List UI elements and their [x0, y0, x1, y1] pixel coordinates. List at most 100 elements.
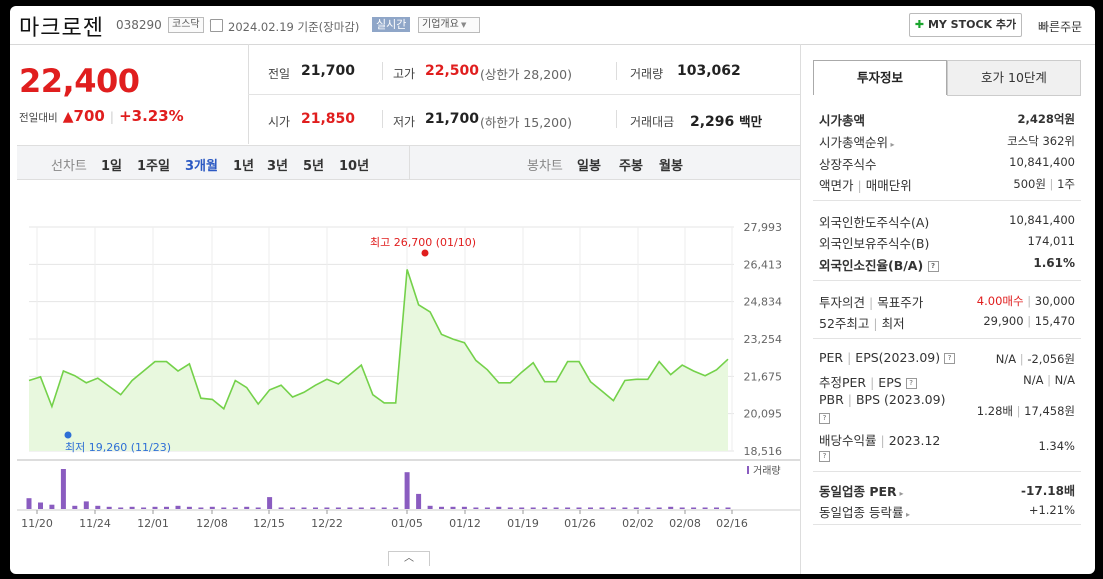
- x-tick-label: 11/20: [21, 517, 53, 530]
- y-tick-label: 27,993: [744, 221, 783, 234]
- x-tick-label: 12/22: [311, 517, 343, 530]
- volume-bar: [244, 506, 250, 509]
- volume-bar: [633, 507, 639, 509]
- volume-bar: [38, 502, 43, 509]
- volume-bar: [347, 507, 353, 509]
- info-icon[interactable]: ?: [944, 353, 956, 364]
- cap-rank-label[interactable]: 시가총액순위 ▸: [819, 132, 895, 151]
- volume-bar: [255, 507, 261, 509]
- period-5y[interactable]: 5년: [303, 155, 324, 174]
- market-cap-value: 2,428억원: [1017, 112, 1075, 126]
- industry-rate-label[interactable]: 동일업종 등락률 ▸: [819, 502, 910, 521]
- y-tick-label: 18,516: [744, 445, 783, 458]
- volume-value: 103,062: [677, 63, 741, 79]
- volume-bar: [542, 507, 548, 509]
- info-tabs: 투자정보 호가 10단계: [813, 60, 1081, 96]
- volume-bar: [232, 507, 238, 509]
- volume-bar: [450, 506, 456, 509]
- tab-invest-info[interactable]: 투자정보: [813, 60, 947, 95]
- info-icon[interactable]: ?: [819, 410, 830, 425]
- volume-bar: [118, 507, 124, 509]
- foreign-ratio-value: 1.61%: [1033, 256, 1075, 270]
- volume-bar: [72, 505, 78, 509]
- volume-bar: [358, 507, 364, 509]
- volume-bar: [588, 507, 593, 509]
- volume-bar: [370, 507, 376, 509]
- volume-bar: [83, 501, 89, 509]
- pbr-bps-value: 1.28배 | 17,458원: [976, 404, 1075, 418]
- y-tick-label: 21,675: [744, 370, 783, 383]
- x-tick-label: 01/26: [564, 517, 596, 530]
- info-icon[interactable]: ?: [819, 448, 830, 463]
- shares-value: 10,841,400: [1009, 155, 1075, 169]
- my-stock-add-button[interactable]: ✚ MY STOCK 추가: [909, 13, 1022, 37]
- volume-bar: [507, 507, 513, 509]
- par-unit-label: 액면가 | 매매단위: [819, 178, 912, 193]
- volume-bar: [599, 507, 605, 509]
- x-tick-label: 02/16: [716, 517, 748, 530]
- volume-bar: [313, 507, 318, 509]
- volume-bar: [49, 504, 55, 509]
- volume-bar: [427, 505, 433, 509]
- open-label: 시가: [268, 115, 291, 129]
- x-tick-label: 02/08: [669, 517, 701, 530]
- quick-order-link[interactable]: 빠른주문: [1038, 18, 1082, 35]
- volume-bar: [553, 507, 559, 509]
- x-tick-label: 01/05: [391, 517, 423, 530]
- volume-bar: [679, 507, 685, 509]
- volume-bar: [610, 507, 616, 509]
- x-tick-label: 01/12: [449, 517, 481, 530]
- volume-bar: [175, 505, 181, 509]
- period-1d[interactable]: 1일: [101, 155, 122, 174]
- est-per-label: 추정PER | EPS ?: [819, 372, 917, 391]
- volume-bar: [129, 506, 135, 509]
- volume-bar: [416, 493, 422, 509]
- chart-collapse-button[interactable]: ︿: [388, 551, 430, 566]
- x-tick-label: 11/24: [79, 517, 111, 530]
- tab-hoga-10[interactable]: 호가 10단계: [947, 60, 1081, 96]
- high-label: 고가: [393, 67, 416, 81]
- volume-bar: [186, 506, 192, 509]
- est-per-value: N/A | N/A: [1023, 373, 1075, 387]
- volume-bar: [221, 507, 227, 509]
- candle-daily[interactable]: 일봉: [577, 155, 601, 174]
- volume-bar: [60, 469, 66, 509]
- period-bar: 선차트 1일 1주일 3개월 1년 3년 5년 10년 봉차트 일봉 주봉 월봉: [17, 145, 800, 180]
- industry-per-label[interactable]: 동일업종 PER ▸: [819, 481, 904, 500]
- market-cap-label: 시가총액: [819, 113, 866, 128]
- candle-weekly[interactable]: 주봉: [619, 155, 643, 174]
- chevron-up-icon: ︿: [404, 553, 414, 564]
- low-value: 21,700: [425, 111, 480, 127]
- period-3y[interactable]: 3년: [267, 155, 288, 174]
- volume-bar: [141, 507, 147, 509]
- period-3m[interactable]: 3개월: [185, 155, 218, 174]
- pbr-bps-label: PBR | BPS (2023.09): [819, 392, 946, 407]
- line-chart-label: 선차트: [51, 159, 87, 174]
- volume-bar: [324, 507, 330, 509]
- info-icon[interactable]: ?: [927, 261, 939, 272]
- candle-monthly[interactable]: 월봉: [659, 155, 683, 174]
- volume-bar: [484, 507, 490, 509]
- realtime-button[interactable]: 실시간: [372, 17, 411, 32]
- period-1w[interactable]: 1주일: [137, 155, 170, 174]
- volume-bar: [656, 507, 662, 509]
- cap-rank-value: 코스닥 362위: [1007, 134, 1075, 148]
- volume-bar: [702, 507, 708, 509]
- info-icon[interactable]: ?: [905, 378, 917, 389]
- up-triangle-icon: ▲: [62, 109, 74, 125]
- volume-bar: [439, 506, 444, 509]
- period-1y[interactable]: 1년: [233, 155, 254, 174]
- company-overview-dropdown[interactable]: 기업개요 ▼: [418, 17, 480, 33]
- foreign-limit-label: 외국인한도주식수(A): [819, 215, 930, 230]
- price-chart: 27,993 26,413 24,834 23,254 21,675 20,095 18,5…: [17, 221, 801, 530]
- volume-bar: [576, 507, 582, 509]
- upper-limit: (상한가 28,200): [480, 67, 572, 82]
- period-10y[interactable]: 10년: [339, 155, 369, 174]
- stock-header: 마크로젠 038290 코스닥 · 2024.02.19 기준(장마감) 실시간…: [10, 6, 1095, 45]
- dividend-value: 1.34%: [1038, 439, 1075, 453]
- stock-name: 마크로젠: [19, 16, 104, 41]
- industry-per-value: -17.18배: [1021, 484, 1075, 498]
- volume-bar: [714, 507, 719, 509]
- plus-icon: ✚: [914, 18, 925, 31]
- opinion-target-value: 4.00매수 | 30,000: [976, 294, 1075, 308]
